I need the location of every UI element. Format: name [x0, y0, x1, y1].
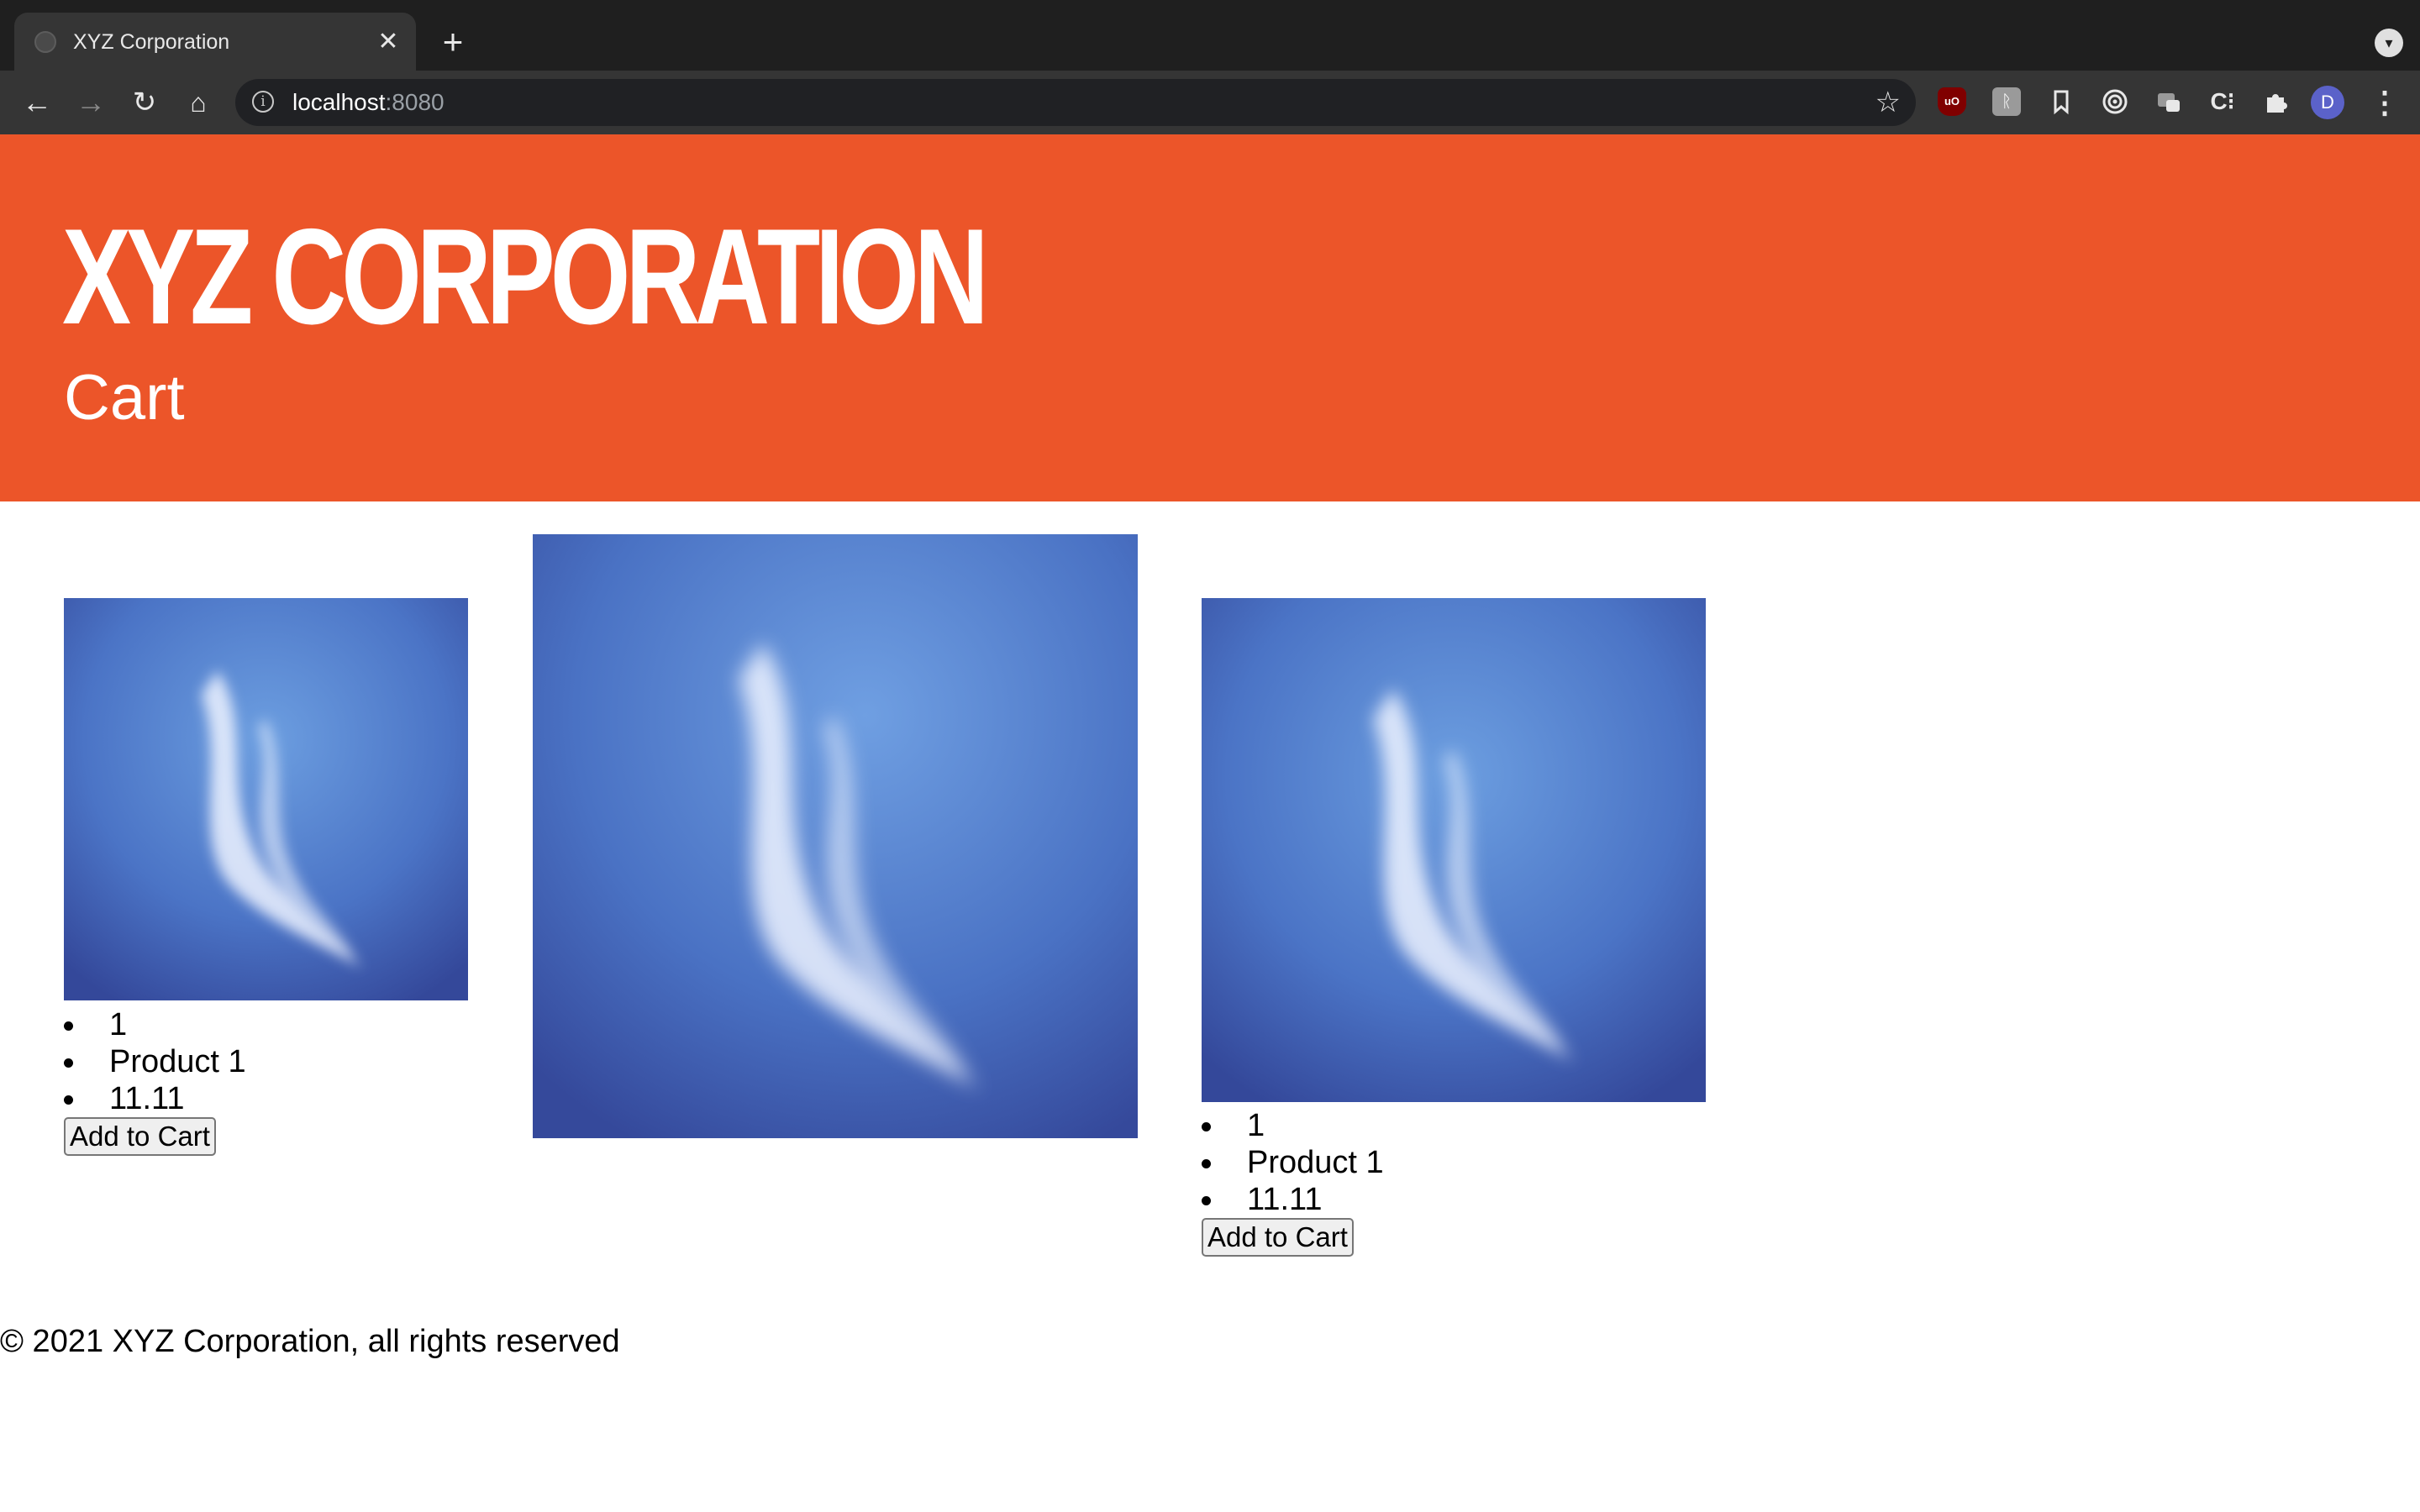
new-tab-button[interactable]: +	[434, 24, 472, 64]
add-to-cart-button[interactable]: Add to Cart	[1202, 1218, 1354, 1257]
favicon-icon	[34, 31, 56, 53]
product-details-list: 1 Product 1 11.11	[1202, 1107, 1384, 1218]
product-price: 11.11	[64, 1080, 246, 1117]
star-icon[interactable]: ☆	[1876, 86, 1901, 119]
footer-copyright: © 2021 XYZ Corporation, all rights reser…	[0, 1324, 620, 1359]
target-icon[interactable]	[2101, 87, 2129, 116]
tab-search-icon[interactable]: ▾	[2375, 29, 2403, 57]
tab-strip: XYZ Corporation ✕ + ▾	[0, 0, 2420, 71]
reload-icon[interactable]: ↻	[124, 82, 165, 123]
menu-icon[interactable]: ⋮	[2370, 82, 2400, 123]
product-id: 1	[64, 1006, 246, 1043]
product-price: 11.11	[1202, 1181, 1384, 1218]
product-name: Product 1	[1202, 1144, 1384, 1181]
home-icon[interactable]: ⌂	[178, 82, 218, 123]
product-name: Product 1	[64, 1043, 246, 1080]
address-bar[interactable]: i localhost:8080 ☆	[235, 79, 1916, 126]
url-text[interactable]: localhost:8080	[292, 90, 445, 115]
product-image-large	[533, 534, 1138, 1138]
product-image	[64, 598, 468, 1000]
ublock-icon[interactable]: uO	[1938, 87, 1966, 116]
add-to-cart-button[interactable]: Add to Cart	[64, 1117, 216, 1156]
css-extension-icon[interactable]: C⁝	[2208, 87, 2237, 116]
url-host: localhost	[292, 89, 386, 115]
extension-icon[interactable]	[2154, 87, 2183, 116]
page-subtitle: Cart	[64, 362, 185, 433]
browser-toolbar: ← → ↻ ⌂ i localhost:8080 ☆ uO ᚱ C⁝ D ⋮	[0, 71, 2420, 134]
puzzle-icon[interactable]	[2262, 87, 2291, 116]
site-header: XYZ CORPORATION Cart	[0, 134, 2420, 501]
back-icon[interactable]: ←	[17, 82, 57, 123]
product-image	[1202, 598, 1706, 1102]
forward-icon[interactable]: →	[71, 82, 111, 123]
close-tab-icon[interactable]: ✕	[374, 28, 402, 56]
extension-icon[interactable]: ᚱ	[1992, 87, 2021, 116]
browser-tab[interactable]: XYZ Corporation ✕	[14, 13, 416, 71]
product-details-list: 1 Product 1 11.11	[64, 1006, 246, 1117]
bookmark-icon[interactable]	[2047, 87, 2075, 116]
profile-avatar[interactable]: D	[2311, 86, 2344, 119]
info-icon[interactable]: i	[252, 91, 274, 113]
tab-title: XYZ Corporation	[73, 30, 230, 54]
url-port: :8080	[385, 89, 445, 115]
brand-title: XYZ CORPORATION	[62, 201, 989, 353]
product-id: 1	[1202, 1107, 1384, 1144]
